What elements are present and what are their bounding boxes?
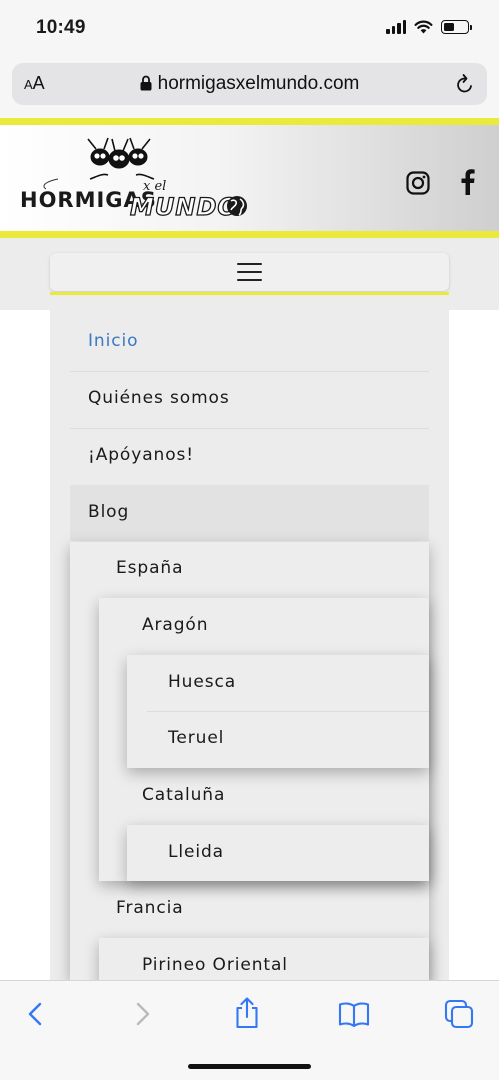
menu-item-apoyanos[interactable]: ¡Apóyanos! xyxy=(88,445,194,465)
menu-item-lleida[interactable]: Lleida xyxy=(168,842,224,862)
facebook-icon[interactable] xyxy=(461,169,475,195)
logo-text-xel: x el xyxy=(143,179,166,194)
tabs-icon[interactable] xyxy=(444,999,474,1029)
share-icon[interactable] xyxy=(234,997,260,1029)
url-display[interactable]: hormigasxelmundo.com xyxy=(12,73,487,95)
globe-icon xyxy=(227,196,247,216)
menu-divider xyxy=(70,428,429,429)
site-logo[interactable]: HORMIGAS x el MUNDO xyxy=(18,135,253,225)
menu-item-espana[interactable]: España xyxy=(116,558,183,578)
menu-divider xyxy=(70,371,429,372)
menu-divider xyxy=(147,711,429,712)
back-icon[interactable] xyxy=(26,999,44,1029)
site-header: HORMIGAS x el MUNDO xyxy=(0,125,499,231)
browser-address-area: AA hormigasxelmundo.com xyxy=(0,58,499,118)
menu-item-francia[interactable]: Francia xyxy=(116,898,184,918)
home-indicator xyxy=(188,1064,311,1069)
battery-icon xyxy=(441,20,472,34)
menu-item-quienes-somos[interactable]: Quiénes somos xyxy=(88,388,230,408)
reload-icon[interactable] xyxy=(455,73,475,95)
menu-accent-line xyxy=(50,292,449,295)
menu-item-aragon[interactable]: Aragón xyxy=(142,615,208,635)
instagram-icon[interactable] xyxy=(406,171,430,195)
cellular-signal-icon xyxy=(386,20,406,34)
menu-item-inicio[interactable]: Inicio xyxy=(88,331,138,351)
hamburger-menu-icon xyxy=(237,263,262,281)
forward-icon[interactable] xyxy=(134,999,152,1029)
header-accent-line-bottom xyxy=(0,231,499,238)
bookmarks-icon[interactable] xyxy=(338,1001,370,1027)
menu-item-huesca[interactable]: Huesca xyxy=(168,672,236,692)
lock-icon xyxy=(140,75,152,91)
address-bar[interactable]: AA hormigasxelmundo.com xyxy=(12,63,487,105)
menu-item-teruel[interactable]: Teruel xyxy=(168,728,224,748)
logo-text-mundo: MUNDO xyxy=(130,193,239,221)
menu-toggle-button[interactable] xyxy=(50,253,449,295)
menu-item-cataluna[interactable]: Cataluña xyxy=(142,785,225,805)
wifi-icon xyxy=(414,20,433,34)
header-accent-line-top xyxy=(0,118,499,125)
menu-item-pirineo-oriental[interactable]: Pirineo Oriental xyxy=(142,955,288,975)
menu-item-blog[interactable]: Blog xyxy=(88,502,129,522)
status-icons xyxy=(386,20,472,34)
status-bar: 10:49 xyxy=(0,0,499,58)
url-text: hormigasxelmundo.com xyxy=(157,73,360,94)
clock: 10:49 xyxy=(36,17,86,38)
